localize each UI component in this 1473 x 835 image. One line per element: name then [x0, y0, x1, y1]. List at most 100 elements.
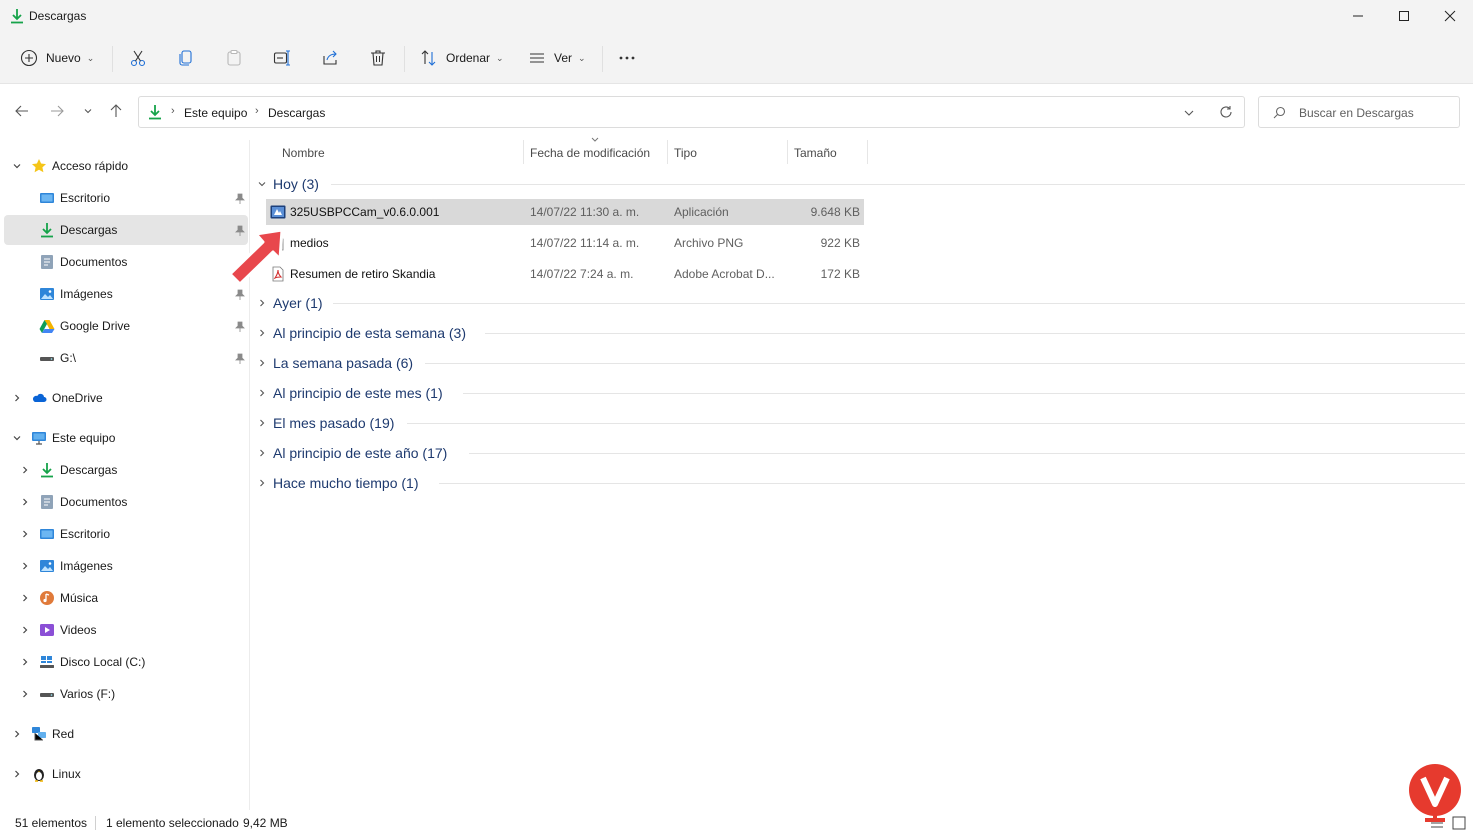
- column-divider[interactable]: [667, 140, 668, 164]
- back-button[interactable]: [11, 100, 33, 122]
- share-button[interactable]: [318, 46, 342, 70]
- breadcrumb-este-equipo[interactable]: Este equipo: [184, 106, 247, 120]
- file-row[interactable]: Resumen de retiro Skandia 14/07/22 7:24 …: [266, 261, 864, 287]
- column-header-type[interactable]: Tipo: [674, 146, 697, 160]
- sidebar-item-varios-f[interactable]: Varios (F:): [4, 679, 248, 709]
- sidebar-label: Imágenes: [60, 559, 113, 573]
- sidebar-item-imagenes[interactable]: Imágenes: [4, 279, 248, 309]
- navigation-pane: Acceso rápido Escritorio Descargas Docum…: [0, 140, 250, 810]
- address-history-button[interactable]: [1183, 108, 1195, 118]
- column-divider[interactable]: [523, 140, 524, 164]
- chevron-right-icon: [257, 448, 273, 458]
- group-header-long-ago[interactable]: Hace mucho tiempo (1): [257, 472, 419, 494]
- share-icon: [321, 49, 339, 67]
- rename-button[interactable]: [270, 46, 294, 70]
- chevron-down-icon[interactable]: [12, 161, 22, 171]
- sidebar-item-g-drive[interactable]: G:\: [4, 343, 248, 373]
- pin-icon[interactable]: [235, 289, 245, 301]
- chevron-right-icon[interactable]: [12, 769, 22, 779]
- chevron-right-icon[interactable]: [20, 689, 30, 699]
- sidebar-item-pc-descargas[interactable]: Descargas: [4, 455, 248, 485]
- sidebar-item-disco-local-c[interactable]: Disco Local (C:): [4, 647, 248, 677]
- sidebar-item-pc-imagenes[interactable]: Imágenes: [4, 551, 248, 581]
- minimize-button[interactable]: [1335, 0, 1381, 32]
- sidebar-label: Linux: [52, 767, 81, 781]
- chevron-down-icon: [257, 179, 273, 189]
- up-button[interactable]: [105, 100, 127, 122]
- more-options-button[interactable]: [615, 46, 639, 70]
- sidebar-item-red[interactable]: Red: [4, 719, 248, 749]
- maximize-button[interactable]: [1381, 0, 1427, 32]
- sidebar-item-este-equipo[interactable]: Este equipo: [4, 423, 248, 453]
- chevron-down-icon[interactable]: [12, 433, 22, 443]
- copy-button[interactable]: [174, 46, 198, 70]
- view-list-icon: [528, 49, 546, 67]
- group-title: El mes pasado (19): [273, 415, 395, 431]
- search-box[interactable]: Buscar en Descargas: [1258, 96, 1460, 128]
- group-header-today[interactable]: Hoy (3): [257, 173, 319, 195]
- close-button[interactable]: [1427, 0, 1473, 32]
- file-row[interactable]: medios 14/07/22 11:14 a. m. Archivo PNG …: [266, 230, 864, 256]
- sidebar-item-documentos[interactable]: Documentos: [4, 247, 248, 277]
- cut-button[interactable]: [126, 46, 150, 70]
- application-icon: [270, 204, 286, 220]
- column-header-size[interactable]: Tamaño: [794, 146, 837, 160]
- group-header-this-week[interactable]: Al principio de esta semana (3): [257, 322, 466, 344]
- chevron-right-icon[interactable]: [20, 465, 30, 475]
- paste-button[interactable]: [222, 46, 246, 70]
- file-type: Aplicación: [674, 205, 729, 219]
- sidebar-item-onedrive[interactable]: OneDrive: [4, 383, 248, 413]
- group-header-last-month[interactable]: El mes pasado (19): [257, 412, 394, 434]
- windows-drive-icon: [39, 654, 55, 670]
- breadcrumb-descargas[interactable]: Descargas: [268, 106, 325, 120]
- chevron-right-icon[interactable]: [12, 729, 22, 739]
- sidebar-item-videos[interactable]: Videos: [4, 615, 248, 645]
- group-header-this-year[interactable]: Al principio de este año (17): [257, 442, 447, 464]
- forward-button[interactable]: [46, 100, 68, 122]
- chevron-right-icon[interactable]: [20, 593, 30, 603]
- chevron-right-icon[interactable]: [20, 625, 30, 635]
- chevron-right-icon[interactable]: [20, 529, 30, 539]
- item-count: 51 elementos: [15, 816, 88, 830]
- sidebar-item-quick-access[interactable]: Acceso rápido: [4, 151, 248, 181]
- red-arrow-pointer-icon: [226, 226, 288, 288]
- group-header-this-month[interactable]: Al principio de este mes (1): [257, 382, 443, 404]
- address-bar[interactable]: › Este equipo › Descargas: [138, 96, 1245, 128]
- pin-icon[interactable]: [235, 353, 245, 365]
- chevron-right-icon[interactable]: [20, 497, 30, 507]
- chevron-right-icon[interactable]: [20, 657, 30, 667]
- sort-button[interactable]: Ordenar ⌄: [420, 44, 504, 72]
- column-divider[interactable]: [867, 140, 868, 164]
- pictures-icon: [39, 286, 55, 302]
- column-header-name[interactable]: Nombre: [282, 146, 325, 160]
- chevron-right-icon[interactable]: [20, 561, 30, 571]
- sidebar-item-pc-escritorio[interactable]: Escritorio: [4, 519, 248, 549]
- sidebar-label: Google Drive: [60, 319, 131, 333]
- delete-button[interactable]: [366, 46, 390, 70]
- group-header-last-week[interactable]: La semana pasada (6): [257, 352, 413, 374]
- pin-icon[interactable]: [235, 193, 245, 205]
- column-divider[interactable]: [787, 140, 788, 164]
- pin-icon[interactable]: [235, 321, 245, 333]
- sidebar-item-escritorio[interactable]: Escritorio: [4, 183, 248, 213]
- file-list: Nombre Fecha de modificación Tipo Tamaño…: [251, 137, 1473, 810]
- recent-locations-button[interactable]: [77, 100, 99, 122]
- trash-icon: [369, 49, 387, 67]
- file-row[interactable]: 325USBPCCam_v0.6.0.001 14/07/22 11:30 a.…: [266, 199, 864, 225]
- view-button[interactable]: Ver ⌄: [528, 44, 586, 72]
- sidebar-item-pc-documentos[interactable]: Documentos: [4, 487, 248, 517]
- file-name: Resumen de retiro Skandia: [290, 267, 436, 281]
- column-header-date[interactable]: Fecha de modificación: [530, 146, 650, 160]
- sidebar-item-linux[interactable]: Linux: [4, 759, 248, 789]
- group-divider: [331, 184, 1465, 185]
- refresh-button[interactable]: [1219, 105, 1233, 119]
- new-button[interactable]: Nuevo ⌄: [20, 44, 94, 72]
- file-date: 14/07/22 11:30 a. m.: [530, 205, 640, 219]
- group-header-yesterday[interactable]: Ayer (1): [257, 292, 323, 314]
- chevron-right-icon[interactable]: [12, 393, 22, 403]
- sidebar-item-descargas[interactable]: Descargas: [4, 215, 248, 245]
- sidebar-item-google-drive[interactable]: Google Drive: [4, 311, 248, 341]
- sidebar-item-musica[interactable]: Música: [4, 583, 248, 613]
- sidebar-label: Escritorio: [60, 191, 111, 205]
- divider: [95, 816, 96, 830]
